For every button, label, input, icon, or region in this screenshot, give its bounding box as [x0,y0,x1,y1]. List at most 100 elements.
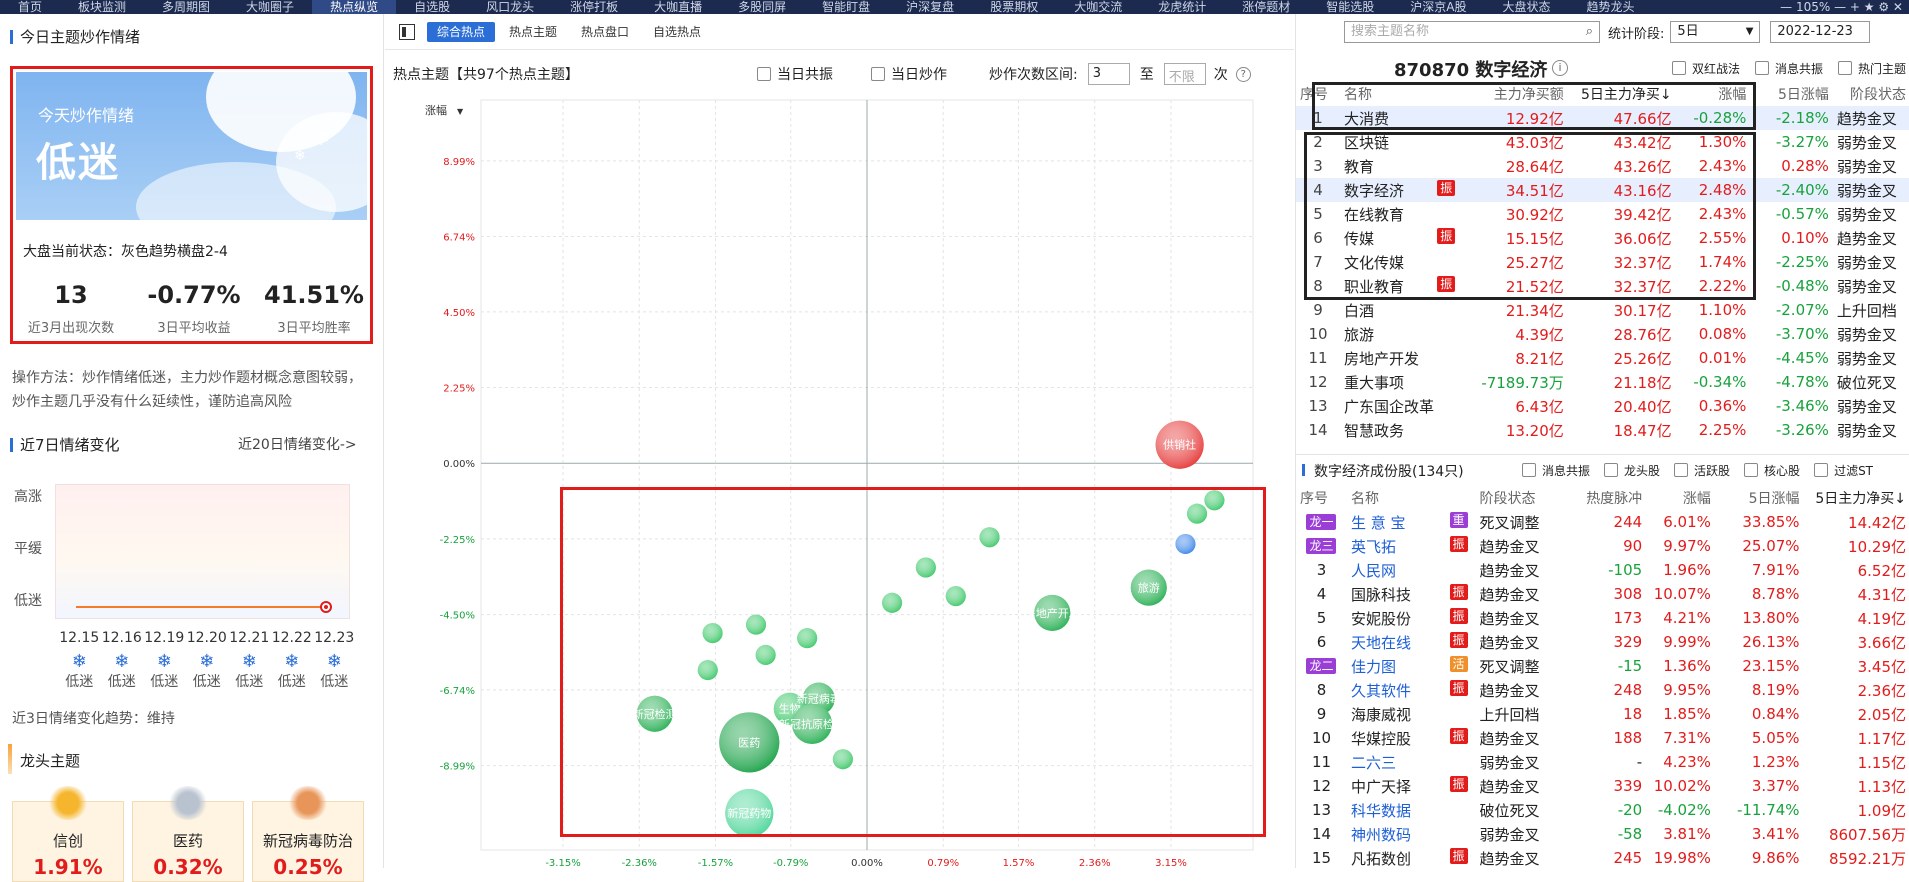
column-header[interactable]: 名称 [1340,82,1463,106]
stock-name[interactable]: 人民网 [1351,562,1396,580]
column-header[interactable]: 涨幅 [1676,82,1751,106]
top-nav-tab[interactable]: 大咖直播 [636,0,720,14]
top-nav-tab[interactable]: 自选股 [396,0,468,14]
column-header[interactable]: 热度脉冲 [1562,486,1646,510]
sub-tab[interactable]: 综合热点 [427,22,496,42]
theme-row[interactable]: 1 大消费 12.92亿 47.66亿 -0.28% -2.18% 趋势金叉 [1296,106,1909,130]
column-header[interactable]: 5日主力净买↓ [1804,486,1909,510]
stock-name[interactable]: 英飞拓 [1351,538,1396,556]
help-icon[interactable]: ? [1235,66,1251,82]
top-nav-tab[interactable]: 风口龙头 [468,0,552,14]
theme-row[interactable]: 5 在线教育 30.92亿 39.42亿 2.43% -0.57% 弱势金叉 [1296,202,1909,226]
stock-name[interactable]: 海康威视 [1351,706,1411,724]
theme-row[interactable]: 10 旅游 4.39亿 28.76亿 0.08% -3.70% 弱势金叉 [1296,322,1909,346]
top-nav-tab[interactable]: 智能选股 [1308,0,1392,14]
theme-row[interactable]: 7 文化传媒 25.27亿 32.37亿 1.74% -2.25% 弱势金叉 [1296,250,1909,274]
stock-name[interactable]: 天地在线 [1351,634,1411,652]
top-nav-tab[interactable]: 沪深京A股 [1392,0,1484,14]
top-nav-tab[interactable]: 热点纵览 [312,0,397,14]
stock-name[interactable]: 华媒控股 [1351,730,1411,748]
range-to-input[interactable]: 不限 [1163,63,1206,85]
stock-name[interactable]: 神州数码 [1351,826,1411,844]
twenty-day-link[interactable]: 近20日情绪变化-> [238,434,357,454]
component-row[interactable]: 14 神州数码 弱势金叉 -58 3.81% 3.41% 8607.56万 [1296,822,1909,846]
component-filter-checkbox[interactable]: 龙头股 [1604,462,1660,479]
column-header[interactable]: 主力净买额 [1463,82,1568,106]
component-row[interactable]: 8 久其软件振趋势金叉 248 9.95% 8.19% 2.36亿 [1296,678,1909,702]
component-row[interactable]: 10 华媒控股振趋势金叉 188 7.31% 5.05% 1.17亿 [1296,726,1909,750]
theme-row[interactable]: 9 白酒 21.34亿 30.17亿 1.10% -2.07% 上升回档 [1296,298,1909,322]
top-nav-tab[interactable]: 趋势龙头 [1569,0,1653,14]
stock-name[interactable]: 中广天择 [1351,778,1411,796]
search-input[interactable]: 搜索主题名称 ⌕ [1344,21,1600,43]
column-header[interactable]: 5日涨幅 [1715,486,1804,510]
stock-name[interactable]: 生 意 宝 [1351,514,1406,532]
window-controls[interactable]: — 105% — + ★ ⚙ ✕ [1780,0,1909,14]
date-picker[interactable]: 2022-12-23 [1770,21,1871,43]
component-row[interactable]: 龙二 佳力图活死叉调整 -15 1.36% 23.15% 3.45亿 [1296,654,1909,678]
theme-row[interactable]: 14 智慧政务 13.20亿 18.47亿 2.25% -3.26% 弱势金叉 [1296,418,1909,442]
component-filter-checkbox[interactable]: 核心股 [1744,462,1800,479]
component-row[interactable]: 3 人民网 趋势金叉 -105 1.96% 7.91% 6.52亿 [1296,558,1909,582]
theme-row[interactable]: 8 职业教育振 21.52亿 32.37亿 2.22% -0.48% 弱势金叉 [1296,274,1909,298]
stock-name[interactable]: 科华数据 [1351,802,1411,820]
component-row[interactable]: 15 凡拓数创振趋势金叉 245 19.98% 9.86% 8592.21万 [1296,846,1909,870]
component-row[interactable]: 5 安妮股份振趋势金叉 173 4.21% 13.80% 4.19亿 [1296,606,1909,630]
top-nav-tab[interactable]: 沪深复盘 [888,0,972,14]
stock-name[interactable]: 凡拓数创 [1351,850,1411,868]
column-header[interactable]: 阶段状态 [1833,82,1909,106]
dragon-theme-card[interactable]: 信创 1.91% [12,786,124,882]
component-row[interactable]: 4 国脉科技振趋势金叉 308 10.07% 8.78% 4.31亿 [1296,582,1909,606]
stock-name[interactable]: 安妮股份 [1351,610,1411,628]
column-header[interactable]: 序号 [1296,486,1347,510]
component-filter-checkbox[interactable]: 活跃股 [1674,462,1730,479]
component-filter-checkbox[interactable]: 过滤ST [1814,462,1873,479]
stock-name[interactable]: 佳力图 [1351,658,1396,676]
dragon-theme-card[interactable]: 新冠病毒防治 0.25% [252,786,364,882]
component-row[interactable]: 12 中广天择振趋势金叉 339 10.02% 3.37% 1.13亿 [1296,774,1909,798]
theme-row[interactable]: 13 广东国企改革 6.43亿 20.40亿 0.36% -3.46% 弱势金叉 [1296,394,1909,418]
top-nav-tab[interactable]: 股票期权 [972,0,1056,14]
search-icon[interactable]: ⌕ [1586,22,1593,42]
sub-tab[interactable]: 热点主题 [499,22,567,42]
hype-checkbox[interactable]: 当日炒作 [871,64,947,84]
sub-tab[interactable]: 热点盘口 [571,22,639,42]
sidebar-toggle-icon[interactable] [399,23,415,40]
theme-row[interactable]: 2 区块链 43.03亿 43.42亿 1.30% -3.27% 弱势金叉 [1296,130,1909,154]
stock-name[interactable]: 二六三 [1351,754,1396,772]
top-nav-tab[interactable]: 大盘状态 [1484,0,1568,14]
top-nav-tab[interactable]: 首页 [0,0,60,14]
component-row[interactable]: 9 海康威视 上升回档 18 1.85% 0.84% 2.05亿 [1296,702,1909,726]
theme-row[interactable]: 11 房地产开发 8.21亿 25.26亿 0.01% -4.45% 弱势金叉 [1296,346,1909,370]
theme-row[interactable]: 6 传媒振 15.15亿 36.06亿 2.55% 0.10% 趋势金叉 [1296,226,1909,250]
top-nav-tab[interactable]: 涨停题材 [1224,0,1308,14]
column-header[interactable]: 涨幅 [1646,486,1715,510]
column-header[interactable]: 名称 [1347,486,1476,510]
component-row[interactable]: 龙一生 意 宝重死叉调整 244 6.01% 33.85% 14.42亿 [1296,510,1909,534]
stock-name[interactable]: 久其软件 [1351,682,1411,700]
component-row[interactable]: 龙三 英飞拓振趋势金叉 90 9.97% 25.07% 10.29亿 [1296,534,1909,558]
double-red-checkbox[interactable]: 双红战法 [1672,60,1740,77]
top-nav-tab[interactable]: 大咖交流 [1056,0,1140,14]
component-filter-checkbox[interactable]: 消息共振 [1522,462,1590,479]
top-nav-tab[interactable]: 多周期图 [144,0,228,14]
column-header[interactable]: 5日涨幅 [1750,82,1833,106]
column-header[interactable]: 序号 [1296,82,1340,106]
component-row[interactable]: 13 科华数据 破位死叉 -20 -4.02% -11.74% 1.09亿 [1296,798,1909,822]
top-nav-tab[interactable]: 多股同屏 [720,0,804,14]
dragon-theme-card[interactable]: 医药 0.32% [132,786,244,882]
top-nav-tab[interactable]: 涨停打板 [552,0,636,14]
top-nav-tab[interactable]: 大咖圈子 [228,0,312,14]
theme-row[interactable]: 3 教育 28.64亿 43.26亿 2.43% 0.28% 弱势金叉 [1296,154,1909,178]
component-row[interactable]: 6 天地在线振趋势金叉 329 9.99% 26.13% 3.66亿 [1296,630,1909,654]
top-nav-tab[interactable]: 龙虎统计 [1140,0,1224,14]
top-nav-tab[interactable]: 板块监测 [60,0,144,14]
stage-select[interactable]: 5日 ▼ [1670,21,1761,43]
news-resonance-checkbox[interactable]: 消息共振 [1755,60,1823,77]
stock-name[interactable]: 国脉科技 [1351,586,1411,604]
sub-tab[interactable]: 自选热点 [643,22,711,42]
column-header[interactable]: 阶段状态 [1476,486,1562,510]
resonance-checkbox[interactable]: 当日共振 [757,64,833,84]
column-header[interactable]: 5日主力净买↓ [1568,82,1676,106]
theme-row[interactable]: 12 重大事项 -7189.73万 21.18亿 -0.34% -4.78% 破位死叉 [1296,370,1909,394]
